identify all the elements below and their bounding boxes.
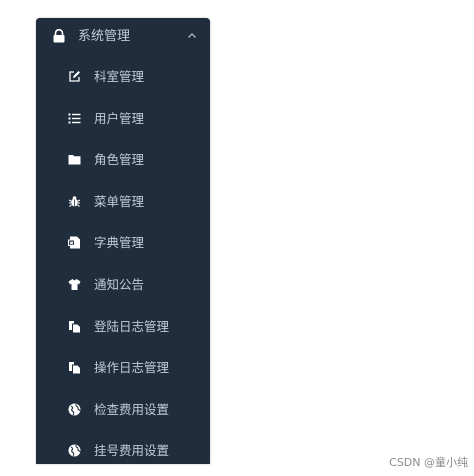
edit-icon (68, 70, 81, 83)
menu-item-registration-fee-settings[interactable]: 挂号费用设置 (36, 430, 210, 464)
folder-icon (68, 153, 81, 166)
menu-item-menus[interactable]: 菜单管理 (36, 181, 210, 223)
bug-icon (68, 195, 81, 208)
submenu-title-label: 系统管理 (78, 29, 131, 44)
menu-item-label: 检查费用设置 (94, 401, 170, 417)
menu-item-label: 字典管理 (94, 235, 145, 251)
menu-item-operation-logs[interactable]: 操作日志管理 (36, 347, 210, 389)
menu-item-roles[interactable]: 角色管理 (36, 139, 210, 181)
copy-icon (68, 320, 81, 333)
menu-item-label: 用户管理 (94, 110, 145, 126)
shirt-icon (68, 278, 81, 291)
menu-item-label: 操作日志管理 (94, 360, 170, 376)
menu-item-label: 挂号费用设置 (94, 443, 170, 459)
globe-icon (68, 403, 81, 416)
menu-item-label: 登陆日志管理 (94, 318, 170, 334)
lock-icon (52, 29, 66, 43)
menu-item-notices[interactable]: 通知公告 (36, 264, 210, 306)
menu-item-label: 科室管理 (94, 69, 145, 84)
watermark: CSDN @童小纯 (389, 456, 468, 469)
menu-item-exam-fee-settings[interactable]: 检查费用设置 (36, 389, 210, 431)
menu-item-label: 菜单管理 (94, 193, 145, 209)
document-icon (68, 236, 81, 249)
list-icon (68, 112, 81, 125)
menu-item-department[interactable]: 科室管理 (36, 56, 210, 98)
menu-item-users[interactable]: 用户管理 (36, 98, 210, 140)
chevron-up-icon (187, 31, 197, 41)
submenu-list: 科室管理 用户管理 角色管理 菜单管理 字典管理 通知公告 登陆日志管理 操作日… (36, 56, 210, 464)
copy-icon (68, 361, 81, 374)
submenu-title-system-management[interactable]: 系统管理 (36, 18, 210, 56)
menu-item-dictionary[interactable]: 字典管理 (36, 222, 210, 264)
globe-icon (68, 444, 81, 457)
menu-item-label: 角色管理 (94, 152, 145, 168)
sidebar-menu: 系统管理 科室管理 用户管理 角色管理 菜单管理 字典管理 通知公告 登陆日志管… (36, 18, 210, 464)
menu-item-label: 通知公告 (94, 276, 145, 292)
menu-item-login-logs[interactable]: 登陆日志管理 (36, 306, 210, 348)
